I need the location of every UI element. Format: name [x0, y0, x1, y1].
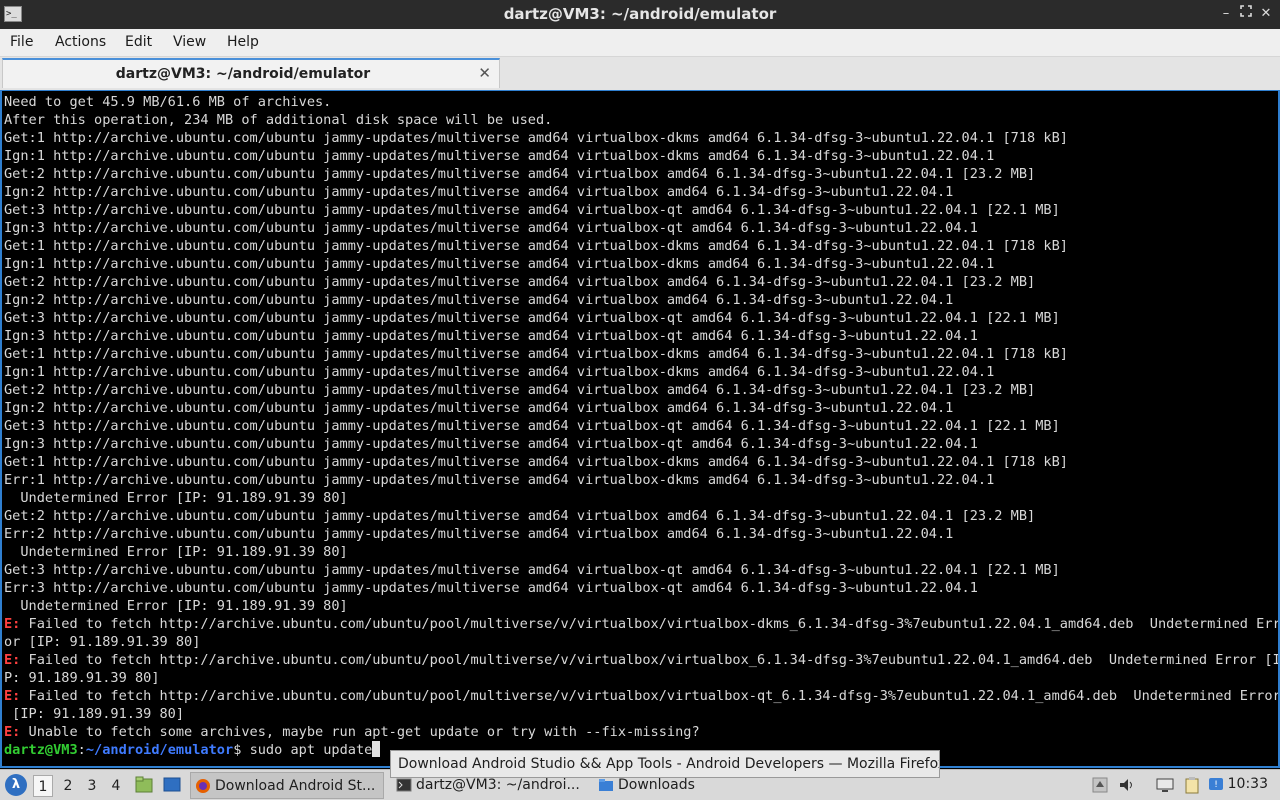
terminal-line: Ign:2 http://archive.ubuntu.com/ubuntu j…: [4, 292, 954, 308]
terminal-line: Ign:2 http://archive.ubuntu.com/ubuntu j…: [4, 400, 954, 416]
terminal-line: Get:3 http://archive.ubuntu.com/ubuntu j…: [4, 202, 1060, 218]
terminal-line: Ign:1 http://archive.ubuntu.com/ubuntu j…: [4, 148, 995, 164]
terminal-icon: [396, 778, 412, 792]
terminal-line: P: 91.189.91.39 80]: [4, 670, 160, 686]
terminal-line: Ign:3 http://archive.ubuntu.com/ubuntu j…: [4, 220, 978, 236]
menu-help[interactable]: Help: [227, 34, 259, 50]
terminal-line: Err:2 http://archive.ubuntu.com/ubuntu j…: [4, 526, 954, 542]
error-prefix: E:: [4, 724, 21, 740]
terminal-line: Get:1 http://archive.ubuntu.com/ubuntu j…: [4, 454, 1068, 470]
terminal-line: After this operation, 234 MB of addition…: [4, 112, 553, 128]
terminal-line: E: Failed to fetch http://archive.ubuntu…: [4, 615, 1280, 633]
terminal-line: Undetermined Error [IP: 91.189.91.39 80]: [4, 598, 348, 614]
notification-icon[interactable]: !: [1207, 776, 1225, 794]
window-title: dartz@VM3: ~/android/emulator: [503, 5, 777, 23]
terminal-line: E: Unable to fetch some archives, maybe …: [4, 723, 1278, 741]
terminal-line: Get:1 http://archive.ubuntu.com/ubuntu j…: [4, 130, 1068, 146]
tab-bar: dartz@VM3: ~/android/emulator ✕: [0, 57, 1280, 90]
terminal-line: Get:3 http://archive.ubuntu.com/ubuntu j…: [4, 562, 1060, 578]
error-prefix: E:: [4, 652, 21, 668]
terminal-line: E: Failed to fetch http://archive.ubuntu…: [4, 651, 1280, 669]
prompt-separator: :: [77, 742, 86, 758]
display-icon[interactable]: [1156, 776, 1174, 794]
terminal-line: [IP: 91.189.91.39 80]: [4, 706, 185, 722]
terminal-line: Undetermined Error [IP: 91.189.91.39 80]: [4, 490, 348, 506]
error-message: Failed to fetch http://archive.ubuntu.co…: [20, 688, 1280, 704]
menu-view[interactable]: View: [173, 34, 206, 50]
close-window-button[interactable]: ✕: [1258, 5, 1274, 23]
terminal-line: Err:1 http://archive.ubuntu.com/ubuntu j…: [4, 472, 995, 488]
error-message: Failed to fetch http://archive.ubuntu.co…: [20, 652, 1280, 668]
tab-terminal[interactable]: dartz@VM3: ~/android/emulator ✕: [2, 58, 500, 88]
svg-text:!: !: [1214, 780, 1218, 790]
terminal-line: Ign:3 http://archive.ubuntu.com/ubuntu j…: [4, 436, 978, 452]
workspace-4[interactable]: 4: [106, 775, 126, 797]
workspace-1[interactable]: 1: [33, 775, 53, 797]
workspace-3[interactable]: 3: [82, 775, 102, 797]
terminal-line: E: Failed to fetch http://archive.ubuntu…: [4, 687, 1280, 705]
terminal-line: Ign:1 http://archive.ubuntu.com/ubuntu j…: [4, 256, 995, 272]
terminal-lines: Need to get 45.9 MB/61.6 MB of archives.…: [4, 93, 1280, 759]
folder-icon: [599, 779, 613, 791]
prompt-user-host: dartz@VM3: [4, 742, 78, 758]
command-input[interactable]: sudo apt update: [250, 742, 373, 758]
error-prefix: E:: [4, 616, 21, 632]
terminal-output[interactable]: Need to get 45.9 MB/61.6 MB of archives.…: [0, 90, 1280, 768]
tab-label: dartz@VM3: ~/android/emulator: [115, 66, 371, 82]
distro-menu-icon[interactable]: λ: [5, 774, 27, 796]
taskbar-item-firefox[interactable]: Download Android St...: [190, 772, 384, 799]
error-message: Unable to fetch some archives, maybe run…: [20, 724, 700, 740]
terminal-line: Get:2 http://archive.ubuntu.com/ubuntu j…: [4, 166, 1036, 182]
terminal-line: or [IP: 91.189.91.39 80]: [4, 634, 201, 650]
error-message: Failed to fetch http://archive.ubuntu.co…: [20, 616, 1280, 632]
error-prefix: E:: [4, 688, 21, 704]
terminal-line: Get:1 http://archive.ubuntu.com/ubuntu j…: [4, 346, 1068, 362]
workspace-2[interactable]: 2: [58, 775, 78, 797]
taskbar-tooltip: Download Android Studio && App Tools - A…: [390, 750, 940, 778]
terminal-line: Ign:2 http://archive.ubuntu.com/ubuntu j…: [4, 184, 954, 200]
close-icon[interactable]: ✕: [478, 64, 491, 82]
prompt-symbol: $: [233, 742, 250, 758]
terminal-line: Undetermined Error [IP: 91.189.91.39 80]: [4, 544, 348, 560]
eject-icon[interactable]: [1091, 776, 1109, 794]
text-cursor: [372, 741, 381, 757]
file-manager-icon[interactable]: [134, 775, 154, 795]
window-titlebar[interactable]: >_ dartz@VM3: ~/android/emulator – ✕: [0, 0, 1280, 29]
terminal-line: Get:3 http://archive.ubuntu.com/ubuntu j…: [4, 310, 1060, 326]
terminal-line: Err:3 http://archive.ubuntu.com/ubuntu j…: [4, 580, 978, 596]
clock[interactable]: 10:33: [1228, 776, 1268, 792]
maximize-button[interactable]: [1238, 5, 1254, 23]
menu-actions[interactable]: Actions: [55, 34, 106, 50]
terminal-line: Ign:3 http://archive.ubuntu.com/ubuntu j…: [4, 328, 978, 344]
terminal-line: Get:2 http://archive.ubuntu.com/ubuntu j…: [4, 508, 1036, 524]
terminal-line: Get:1 http://archive.ubuntu.com/ubuntu j…: [4, 238, 1068, 254]
show-desktop-icon[interactable]: [162, 775, 182, 795]
terminal-line: Get:3 http://archive.ubuntu.com/ubuntu j…: [4, 418, 1060, 434]
clipboard-icon[interactable]: [1183, 776, 1201, 794]
task-label: Download Android St...: [215, 778, 376, 794]
prompt-path: ~/android/emulator: [85, 742, 234, 758]
terminal-line: Need to get 45.9 MB/61.6 MB of archives.: [4, 94, 332, 110]
firefox-icon: [196, 779, 210, 793]
volume-icon[interactable]: [1118, 776, 1136, 794]
menu-file[interactable]: File: [10, 34, 33, 50]
maximize-icon: [1240, 5, 1252, 17]
terminal-line: Ign:1 http://archive.ubuntu.com/ubuntu j…: [4, 364, 995, 380]
terminal-line: Get:2 http://archive.ubuntu.com/ubuntu j…: [4, 274, 1036, 290]
minimize-button[interactable]: –: [1218, 5, 1234, 23]
menu-bar: File Actions Edit View Help: [0, 29, 1280, 57]
terminal-line: Get:2 http://archive.ubuntu.com/ubuntu j…: [4, 382, 1036, 398]
menu-edit[interactable]: Edit: [125, 34, 152, 50]
